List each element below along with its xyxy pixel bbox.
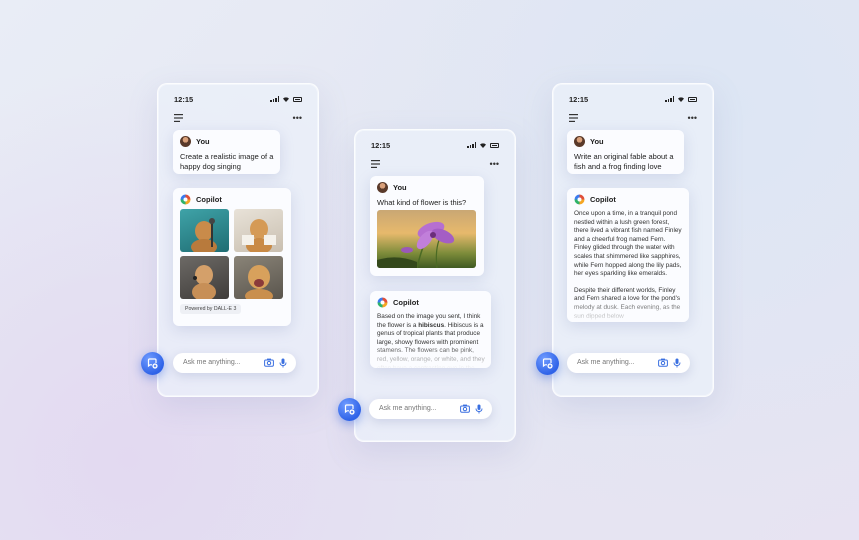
menu-icon[interactable]: [569, 114, 578, 122]
wifi-icon: [678, 97, 684, 102]
microphone-icon[interactable]: [475, 404, 483, 414]
more-icon[interactable]: •••: [688, 114, 697, 123]
chat-input[interactable]: Ask me anything...: [173, 353, 296, 373]
powered-by-badge: Powered by DALL-E 3: [180, 304, 242, 314]
signal-icon: [467, 142, 476, 148]
chat-input-placeholder: Ask me anything...: [183, 359, 241, 366]
generated-image[interactable]: [234, 209, 283, 252]
camera-icon[interactable]: [460, 404, 470, 413]
status-time: 12:15: [569, 95, 589, 104]
generated-images: [180, 209, 283, 299]
wifi-icon: [283, 97, 289, 102]
chat-input-placeholder: Ask me anything...: [379, 405, 437, 412]
avatar: [377, 182, 388, 193]
new-chat-button[interactable]: [536, 352, 559, 375]
more-icon[interactable]: •••: [490, 160, 499, 169]
microphone-icon[interactable]: [673, 358, 681, 368]
user-name: You: [196, 137, 210, 146]
menu-icon[interactable]: [174, 114, 183, 122]
new-chat-icon: [344, 404, 355, 415]
new-chat-button[interactable]: [141, 352, 164, 375]
copilot-logo-icon: [574, 194, 585, 205]
fade-overlay: [567, 298, 689, 322]
battery-icon: [490, 142, 499, 148]
camera-icon[interactable]: [264, 358, 274, 367]
new-chat-icon: [147, 358, 158, 369]
copilot-response-card: Copilot Based on the image you sent, I t…: [370, 291, 491, 368]
wifi-icon: [480, 143, 486, 148]
phone-fable-writing: 12:15 ••• You Write an original fable ab…: [536, 83, 714, 397]
bot-name: Copilot: [590, 195, 616, 204]
user-message-card: You Write an original fable about a fish…: [567, 130, 684, 174]
more-icon[interactable]: •••: [293, 114, 302, 123]
status-bar: 12:15: [174, 95, 302, 105]
reply-highlight: hibiscus: [418, 321, 445, 329]
user-message-card: You What kind of flower is this?: [370, 176, 484, 276]
generated-image[interactable]: [234, 256, 283, 299]
fade-overlay: [370, 344, 491, 368]
bot-name: Copilot: [196, 195, 222, 204]
avatar: [180, 136, 191, 147]
user-message: Write an original fable about a fish and…: [574, 152, 674, 171]
new-chat-icon: [542, 358, 553, 369]
camera-icon[interactable]: [658, 358, 668, 367]
copilot-response-card: Copilot Once upon a time, in a tranquil …: [567, 188, 689, 322]
generated-image[interactable]: [180, 209, 229, 252]
attached-flower-image[interactable]: [377, 210, 476, 268]
user-name: You: [590, 137, 604, 146]
status-bar: 12:15: [371, 141, 499, 151]
user-message: Create a realistic image of a happy dog …: [180, 152, 274, 171]
chat-input[interactable]: Ask me anything...: [567, 353, 690, 373]
avatar: [574, 136, 585, 147]
copilot-reply-paragraph: Once upon a time, in a tranquil pond nes…: [574, 210, 682, 278]
user-message: What kind of flower is this?: [377, 198, 467, 207]
copilot-response-card: Copilot Powered by DALL-E 3: [173, 188, 291, 326]
new-chat-button[interactable]: [338, 398, 361, 421]
menu-icon[interactable]: [371, 160, 380, 168]
signal-icon: [665, 96, 674, 102]
status-time: 12:15: [174, 95, 194, 104]
user-name: You: [393, 183, 407, 192]
microphone-icon[interactable]: [279, 358, 287, 368]
user-message-card: You Create a realistic image of a happy …: [173, 130, 280, 174]
bot-name: Copilot: [393, 298, 419, 307]
phone-image-generation: 12:15 ••• You Create a realistic image o…: [141, 83, 319, 397]
chat-input-placeholder: Ask me anything...: [577, 359, 635, 366]
status-bar: 12:15: [569, 95, 697, 105]
battery-icon: [293, 96, 302, 102]
chat-input[interactable]: Ask me anything...: [369, 399, 492, 419]
copilot-logo-icon: [377, 297, 388, 308]
copilot-logo-icon: [180, 194, 191, 205]
generated-image[interactable]: [180, 256, 229, 299]
battery-icon: [688, 96, 697, 102]
phone-flower-identification: 12:15 ••• You What kind of flower is thi…: [338, 129, 516, 442]
status-time: 12:15: [371, 141, 391, 150]
signal-icon: [270, 96, 279, 102]
